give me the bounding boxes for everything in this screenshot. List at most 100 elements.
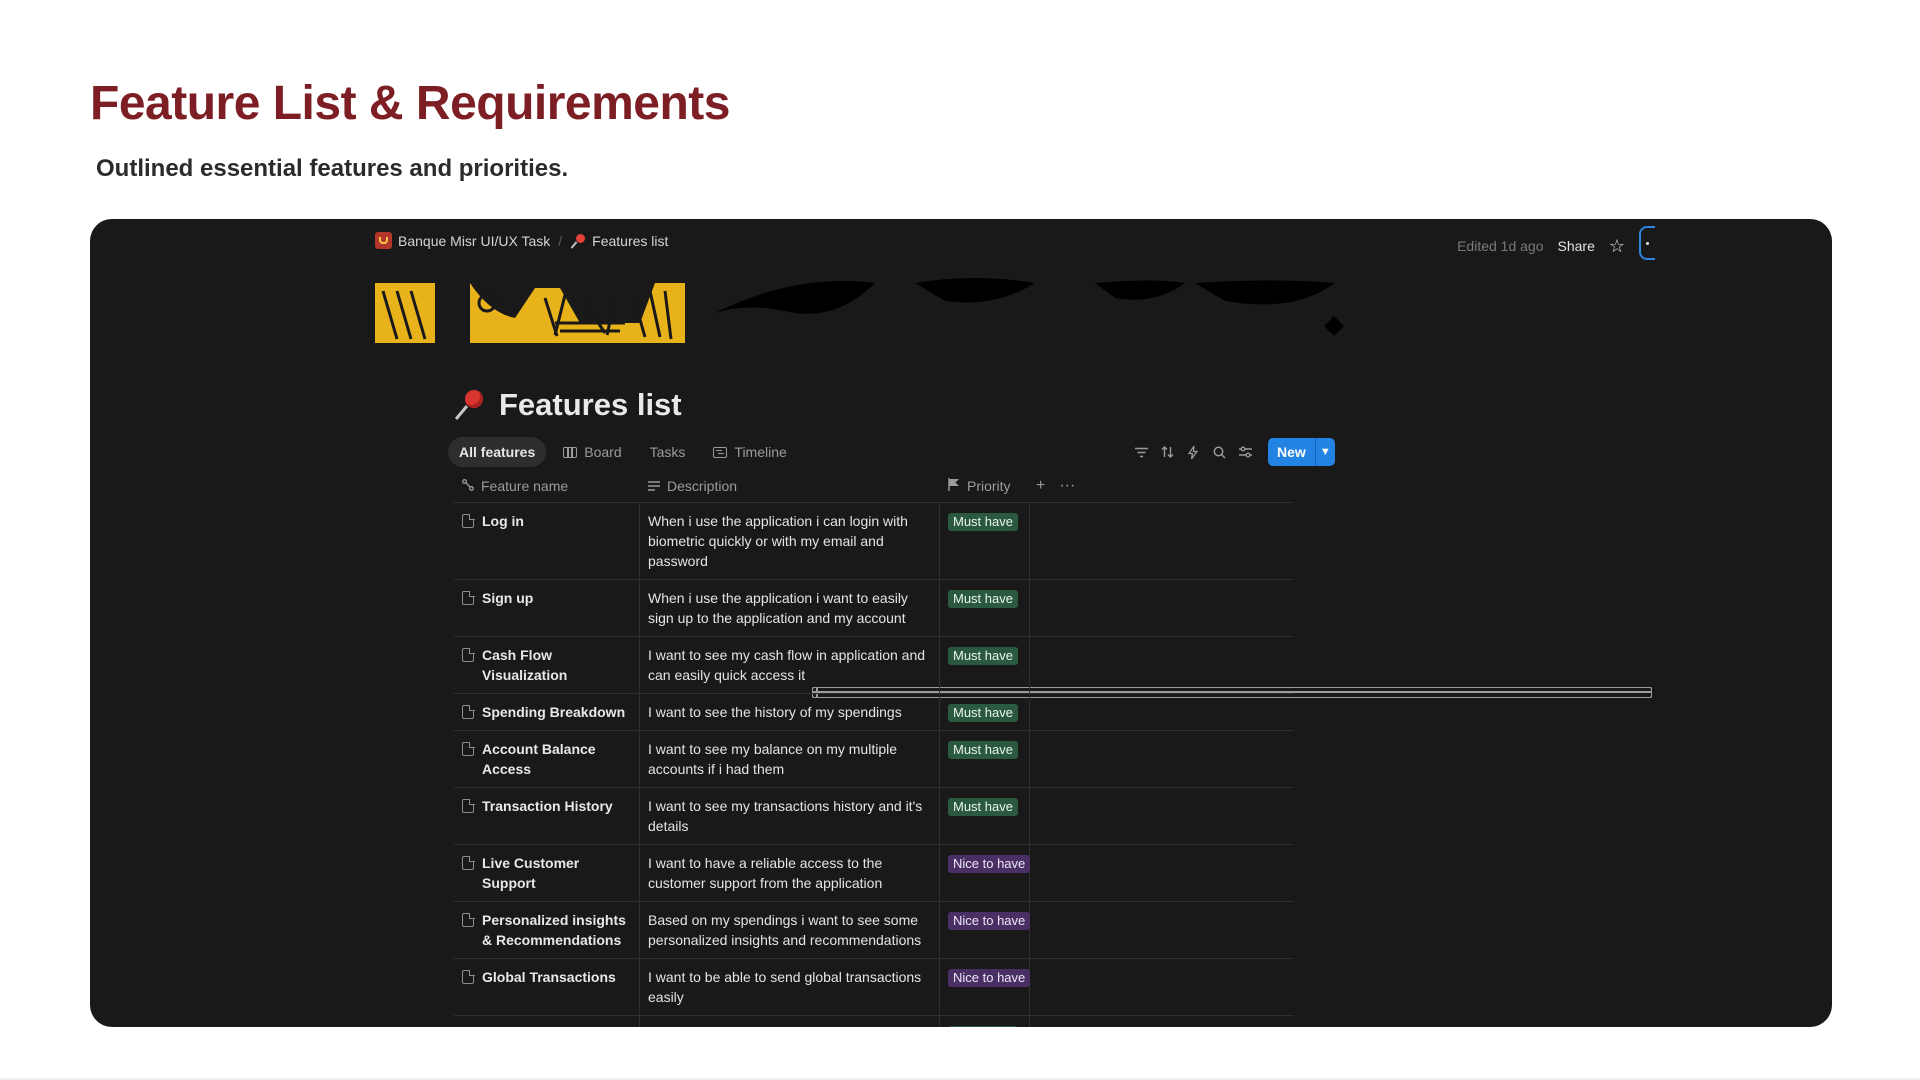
tab-all-features[interactable]: All features: [448, 437, 1652, 698]
table-row[interactable]: Live Customer Support I want to have a re…: [454, 845, 1294, 902]
add-property-icon[interactable]: +: [1036, 477, 1045, 495]
page-icon: [462, 798, 475, 813]
empty-cell: [1030, 1016, 1294, 1027]
cover-image: [375, 263, 1655, 343]
title-property-icon: [462, 478, 474, 494]
feature-name: Spending Breakdown: [482, 704, 626, 720]
description-cell[interactable]: When i use the application i want to eas…: [640, 580, 940, 636]
priority-cell[interactable]: Nice to have: [940, 845, 1031, 901]
sort-icon[interactable]: [1156, 441, 1178, 463]
page-title-text: Features list: [499, 387, 682, 422]
priority-cell[interactable]: Must have: [940, 1016, 1030, 1027]
empty-cell: [1030, 788, 1294, 844]
feature-name-cell[interactable]: Spending Breakdown: [454, 694, 640, 730]
empty-cell: [1030, 580, 1294, 636]
settings-icon[interactable]: [1234, 441, 1256, 463]
table-header: Feature name Description Priority + ···: [454, 469, 1294, 503]
search-icon[interactable]: [1208, 441, 1230, 463]
empty-cell: [1030, 637, 1294, 693]
feature-name-cell[interactable]: Debit & Credit Management: [454, 1016, 640, 1027]
feature-name-cell[interactable]: Global Transactions: [454, 959, 640, 1015]
description-cell[interactable]: I want to see my cash flow in applicatio…: [640, 637, 940, 693]
pushpin-icon: [453, 388, 487, 422]
priority-tag: Must have: [948, 590, 1018, 608]
feature-name: Cash Flow Visualization: [482, 647, 568, 683]
priority-cell[interactable]: Nice to have: [940, 902, 1031, 958]
column-header-priority[interactable]: Priority: [940, 469, 1030, 502]
feature-name: Live Customer Support: [482, 855, 580, 891]
description-cell[interactable]: I want to have a reliable access to the …: [640, 845, 940, 901]
new-button[interactable]: New ▼: [1268, 438, 1335, 466]
priority-cell[interactable]: Nice to have: [940, 959, 1031, 1015]
feature-name: Debit & Credit Management: [482, 1024, 631, 1027]
priority-cell[interactable]: Must have: [940, 503, 1030, 579]
table-row[interactable]: Global Transactions I want to be able to …: [454, 959, 1294, 1016]
priority-cell[interactable]: Must have: [940, 637, 1030, 693]
description-cell[interactable]: Based on my spendings i want to see some…: [640, 902, 940, 958]
features-table: Feature name Description Priority + ··· …: [454, 469, 1294, 1027]
filter-icon[interactable]: [1130, 441, 1152, 463]
new-button-label[interactable]: New: [1268, 438, 1315, 466]
topbar: Banque Misr UI/UX Task / Features list E…: [375, 219, 1655, 263]
slide-title: Feature List & Requirements: [90, 77, 730, 130]
table-row[interactable]: Log in When i use the application i can l…: [454, 503, 1294, 580]
feature-name-cell[interactable]: Account Balance Access: [454, 731, 640, 787]
description-cell[interactable]: I want to see my balance on my multiple …: [640, 731, 940, 787]
feature-name-cell[interactable]: Transaction History: [454, 788, 640, 844]
tab-label: Timeline: [734, 444, 787, 460]
chevron-down-icon[interactable]: ▼: [1314, 438, 1335, 466]
share-button[interactable]: Share: [1558, 238, 1595, 254]
table-row[interactable]: Spending Breakdown I want to see the hist…: [454, 694, 1294, 731]
feature-name-cell[interactable]: Sign up: [454, 580, 640, 636]
tab-tasks[interactable]: Tasks: [639, 437, 1652, 698]
page-icon: [462, 513, 475, 528]
feature-description: I want to see my transactions history an…: [648, 798, 923, 834]
page-icon: [462, 969, 475, 984]
star-icon[interactable]: ☆: [1609, 237, 1625, 255]
priority-cell[interactable]: Must have: [940, 580, 1030, 636]
priority-cell[interactable]: Must have: [940, 694, 1030, 730]
more-horizontal-icon[interactable]: ···: [1059, 477, 1075, 495]
empty-cell: [1030, 503, 1294, 579]
feature-description: I want to see the history of my spending…: [648, 704, 902, 720]
feature-description: I want to have a reliable access to the …: [648, 855, 883, 891]
breadcrumb-page[interactable]: Features list: [592, 233, 668, 249]
table-row[interactable]: Sign up When i use the application i want…: [454, 580, 1294, 637]
priority-cell[interactable]: Must have: [940, 731, 1030, 787]
feature-name: Personalized insights & Recommendations: [482, 912, 626, 948]
feature-name-cell[interactable]: Cash Flow Visualization: [454, 637, 640, 693]
description-cell[interactable]: I want to be able to send global transac…: [640, 959, 940, 1015]
table-row[interactable]: Personalized insights & Recommendations B…: [454, 902, 1294, 959]
table-row[interactable]: Cash Flow Visualization I want to see my …: [454, 637, 1294, 694]
table-row[interactable]: Debit & Credit Management I want to be ab…: [454, 1016, 1294, 1027]
database-toolbar: New ▼: [1130, 438, 1335, 466]
page-icon: [462, 855, 475, 870]
table-row[interactable]: Transaction History I want to see my tran…: [454, 788, 1294, 845]
slide-subtitle: Outlined essential features and prioriti…: [96, 155, 569, 182]
automation-icon[interactable]: [1182, 441, 1204, 463]
table-row[interactable]: Account Balance Access I want to see my b…: [454, 731, 1294, 788]
notion-screenshot: Banque Misr UI/UX Task / Features list E…: [90, 219, 1832, 1027]
feature-name-cell[interactable]: Live Customer Support: [454, 845, 640, 901]
description-cell[interactable]: I want to see my transactions history an…: [640, 788, 940, 844]
tab-label: Tasks: [649, 444, 686, 460]
page-icon: [462, 590, 475, 605]
description-cell[interactable]: I want to see the history of my spending…: [640, 694, 940, 730]
tab-board[interactable]: Board: [552, 437, 632, 467]
tab-timeline[interactable]: Timeline: [702, 437, 797, 467]
breadcrumb-workspace[interactable]: Banque Misr UI/UX Task: [398, 233, 550, 249]
feature-name: Transaction History: [482, 798, 613, 814]
feature-name-cell[interactable]: Log in: [454, 503, 640, 579]
page-icon: [462, 647, 475, 662]
priority-tag: Must have: [948, 741, 1018, 759]
more-options-button[interactable]: [1639, 226, 1655, 260]
page-icon: [462, 912, 475, 927]
priority-cell[interactable]: Must have: [940, 788, 1030, 844]
description-cell[interactable]: I want to be able to easily manage my de…: [640, 1016, 940, 1027]
column-header-feature-name[interactable]: Feature name: [454, 469, 640, 502]
tab-label: Board: [584, 444, 622, 460]
column-header-description[interactable]: Description: [640, 469, 940, 502]
feature-description: I want to see my cash flow in applicatio…: [648, 647, 926, 683]
feature-name-cell[interactable]: Personalized insights & Recommendations: [454, 902, 640, 958]
description-cell[interactable]: When i use the application i can login w…: [640, 503, 940, 579]
